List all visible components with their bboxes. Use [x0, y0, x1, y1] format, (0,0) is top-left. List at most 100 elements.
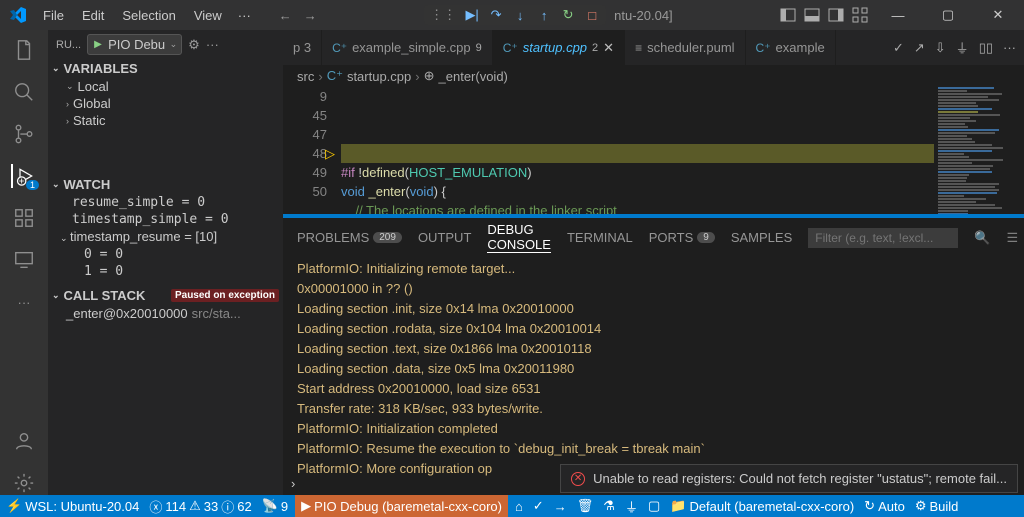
step-over-icon[interactable]: ↷: [488, 7, 504, 23]
status-env[interactable]: 📁 Default (baremetal-cxx-coro): [670, 498, 854, 514]
debug-config-selector[interactable]: ▶ PIO Debu ⌄: [87, 34, 182, 55]
gear-icon[interactable]: ⚙: [188, 37, 200, 53]
close-icon: ✕: [603, 40, 614, 56]
restart-icon[interactable]: ↻: [560, 7, 576, 23]
menu-bar: File Edit Selection View: [35, 4, 230, 27]
layout-sidebar-right-icon[interactable]: [828, 7, 844, 23]
watch-item[interactable]: resume_simple = 0: [48, 194, 283, 211]
watch-item[interactable]: 1 = 0: [48, 263, 283, 280]
explorer-icon[interactable]: [12, 38, 36, 62]
nav-back-icon[interactable]: ←: [279, 8, 292, 23]
status-errors[interactable]: ⓧ 114 ⚠ 33 ⓘ 62: [149, 497, 251, 516]
extensions-icon[interactable]: [12, 206, 36, 230]
editor-tab[interactable]: C⁺example_simple.cpp9: [322, 30, 493, 65]
status-term-icon[interactable]: ▢: [648, 498, 660, 514]
menu-overflow[interactable]: ···: [230, 4, 259, 27]
watch-item[interactable]: timestamp_simple = 0: [48, 211, 283, 228]
status-flask-icon[interactable]: ⚗: [603, 498, 615, 514]
status-bar: ⚡WSL: Ubuntu-20.04 ⓧ 114 ⚠ 33 ⓘ 62 📡 9 ▶…: [0, 495, 1024, 517]
more-icon[interactable]: ···: [1003, 40, 1016, 55]
panel-filter-input[interactable]: [808, 228, 958, 248]
variables-static[interactable]: ›Static: [48, 112, 283, 129]
settings-gear-icon[interactable]: [12, 471, 36, 495]
variables-local[interactable]: ⌄Local: [48, 78, 283, 95]
sidebar-title: RU...: [56, 39, 81, 51]
remote-icon: ⚡: [6, 498, 22, 514]
status-trash-icon[interactable]: 🗑: [577, 498, 594, 514]
menu-edit[interactable]: Edit: [74, 4, 112, 27]
panel-tab-problems[interactable]: PROBLEMS 209: [297, 230, 402, 245]
watch-item[interactable]: 0 = 0: [48, 246, 283, 263]
close-button[interactable]: ✕: [978, 0, 1018, 30]
editor-tabs: p 3C⁺example_simple.cpp9C⁺startup.cpp2✕≡…: [283, 30, 1024, 65]
status-check-icon[interactable]: ✓: [533, 498, 544, 514]
debug-console-output[interactable]: PlatformIO: Initializing remote target..…: [283, 257, 1024, 476]
play-icon: ▶: [94, 39, 102, 50]
nav-forward-icon[interactable]: →: [304, 8, 317, 23]
variables-global[interactable]: ›Global: [48, 95, 283, 112]
status-home-icon[interactable]: ⌂: [515, 499, 523, 514]
minimize-button[interactable]: —: [878, 0, 918, 30]
editor-tab[interactable]: ≡scheduler.puml: [625, 30, 745, 65]
filter-icon[interactable]: ☰: [1006, 230, 1018, 246]
status-radio[interactable]: 📡 9: [262, 498, 288, 514]
status-build[interactable]: ⚙ Build: [915, 498, 959, 514]
source-control-icon[interactable]: [12, 122, 36, 146]
panel-tab-terminal[interactable]: TERMINAL: [567, 230, 633, 245]
status-plug-icon[interactable]: ⏚: [625, 497, 638, 516]
current-line-icon: ▷: [325, 144, 335, 163]
account-icon[interactable]: [12, 429, 36, 453]
panel-tab-debug-console[interactable]: DEBUG CONSOLE: [487, 222, 551, 253]
menu-file[interactable]: File: [35, 4, 72, 27]
download-icon[interactable]: ⇩: [935, 40, 946, 56]
activity-bar: ···: [0, 30, 48, 495]
toast-message: Unable to read registers: Could not fetc…: [593, 471, 1007, 486]
arrow-icon[interactable]: ↗: [914, 40, 925, 56]
minimap[interactable]: [934, 87, 1024, 214]
maximize-button[interactable]: ▢: [928, 0, 968, 30]
panel: PROBLEMS 209 OUTPUT DEBUG CONSOLE TERMIN…: [283, 217, 1024, 495]
step-into-icon[interactable]: ↓: [512, 7, 528, 23]
more-icon[interactable]: ···: [12, 290, 36, 314]
code-editor[interactable]: ▷ #if !defined(HOST_EMULATION)void _ente…: [341, 87, 934, 214]
panel-tab-ports[interactable]: PORTS 9: [649, 230, 715, 245]
menu-selection[interactable]: Selection: [114, 4, 183, 27]
status-arrow-icon[interactable]: →: [554, 499, 567, 514]
editor-tab[interactable]: C⁺example: [746, 30, 836, 65]
chevron-down-icon: ⌄: [170, 39, 178, 50]
section-variables[interactable]: ⌄VARIABLES: [48, 59, 283, 78]
remote-explorer-icon[interactable]: [12, 248, 36, 272]
editor-tab[interactable]: p 3: [283, 30, 322, 65]
panel-tab-output[interactable]: OUTPUT: [418, 230, 471, 245]
stop-icon[interactable]: □: [584, 7, 600, 23]
step-out-icon[interactable]: ↑: [536, 7, 552, 23]
run-debug-icon[interactable]: [11, 164, 35, 188]
callstack-frame[interactable]: _enter@0x20010000 src/sta...: [48, 305, 283, 322]
check-icon[interactable]: ✓: [893, 40, 904, 56]
search-icon[interactable]: 🔍: [974, 230, 990, 246]
layout-sidebar-left-icon[interactable]: [780, 7, 796, 23]
book-icon[interactable]: ▯▯: [979, 40, 993, 56]
status-auto[interactable]: ↻ Auto: [864, 498, 905, 514]
watch-item[interactable]: ⌄ timestamp_resume = [10]: [48, 228, 283, 246]
more-icon[interactable]: ···: [206, 37, 219, 52]
editor-tab[interactable]: C⁺startup.cpp2✕: [493, 30, 625, 65]
panel-tab-samples[interactable]: SAMPLES: [731, 230, 792, 245]
tab-actions: ✓ ↗ ⇩ ⏚ ▯▯ ···: [885, 30, 1024, 65]
debug-toolbar[interactable]: ⋮⋮ ▶| ↷ ↓ ↑ ↻ □: [424, 5, 606, 25]
search-icon[interactable]: [12, 80, 36, 104]
menu-view[interactable]: View: [186, 4, 230, 27]
layout-customize-icon[interactable]: [852, 7, 868, 23]
layout-panel-icon[interactable]: [804, 7, 820, 23]
error-toast[interactable]: ✕ Unable to read registers: Could not fe…: [560, 464, 1018, 493]
breadcrumbs[interactable]: src› C⁺ startup.cpp› ⊕ _enter(void): [283, 65, 1024, 87]
section-callstack[interactable]: ⌄CALL STACK Paused on exception: [48, 286, 283, 305]
debug-config-label: PIO Debu: [108, 37, 165, 52]
grip-icon[interactable]: ⋮⋮: [430, 7, 456, 23]
continue-icon[interactable]: ▶|: [464, 7, 480, 23]
status-remote[interactable]: ⚡WSL: Ubuntu-20.04: [6, 498, 139, 514]
status-debug-session[interactable]: ▶ PIO Debug (baremetal-cxx-coro): [295, 495, 508, 517]
section-watch[interactable]: ⌄WATCH: [48, 175, 283, 194]
paused-badge: Paused on exception: [171, 289, 279, 302]
plug-icon[interactable]: ⏚: [956, 38, 969, 57]
